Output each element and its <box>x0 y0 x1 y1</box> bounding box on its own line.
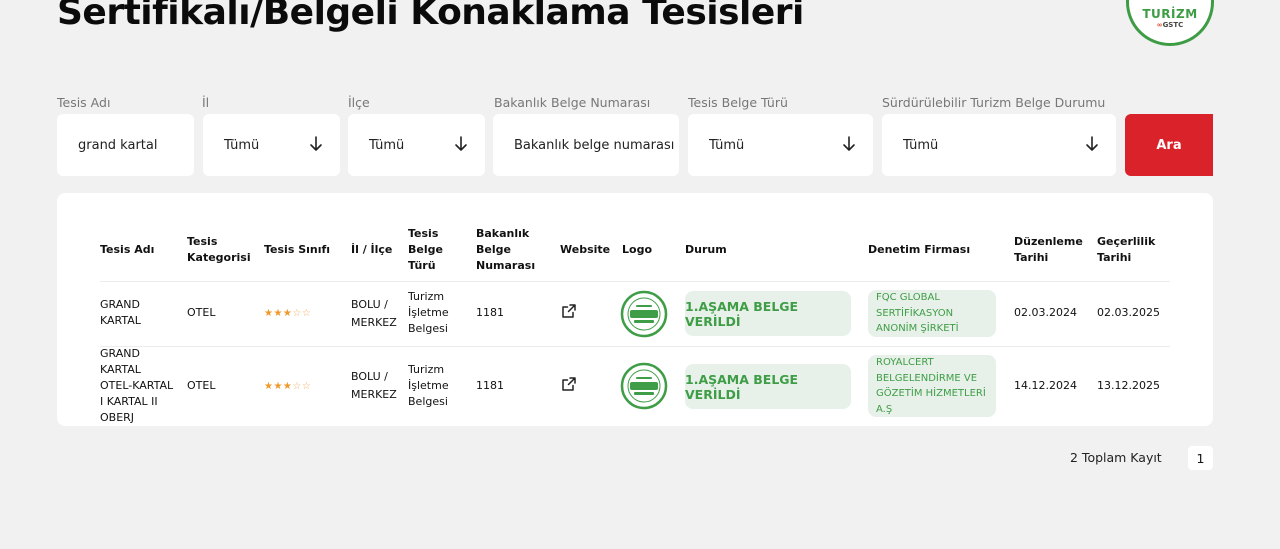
cell-location: BOLU / MERKEZ <box>351 370 397 401</box>
audit-firm-badge: ROYALCERT BELGELENDİRME VE GÖZETİM HİZME… <box>868 355 996 417</box>
facility-name-input[interactable]: grand kartal <box>57 114 194 176</box>
ministry-cert-no-label: Bakanlık Belge Numarası <box>494 95 651 110</box>
header-divider <box>100 281 1170 282</box>
search-button[interactable]: Ara <box>1125 114 1213 176</box>
star-rating: ★★★☆☆ <box>264 308 312 319</box>
audit-firm-badge: FQC GLOBAL SERTİFİKASYON ANONİM ŞİRKETİ <box>868 290 996 337</box>
header-logo: Logo <box>622 243 652 256</box>
total-records: 2 Toplam Kayıt <box>1070 450 1162 465</box>
cell-cert-type: Turizm İşletme Belgesi <box>408 290 449 335</box>
brand-gstc: ∞GSTC <box>1156 21 1184 29</box>
sustainable-status-label: Sürdürülebilir Turizm Belge Durumu <box>882 95 1106 110</box>
ministry-cert-no-input[interactable]: Bakanlık belge numarası <box>493 114 679 176</box>
arrow-down-icon <box>1086 136 1098 151</box>
header-category: Tesis Kategorisi <box>187 235 251 264</box>
arrow-down-icon <box>843 136 855 151</box>
certificate-logo-icon <box>620 362 668 410</box>
header-cert-type: Tesis Belge Türü <box>408 227 443 272</box>
cell-category: OTEL <box>187 379 216 392</box>
header-cert-no: Bakanlık Belge Numarası <box>476 227 536 272</box>
cell-category: OTEL <box>187 306 216 319</box>
province-select[interactable]: Tümü <box>203 114 340 176</box>
header-audit: Denetim Firması <box>868 243 971 256</box>
sustainable-status-select[interactable]: Tümü <box>882 114 1116 176</box>
arrow-down-icon <box>455 136 467 151</box>
cell-issue-date: 02.03.2024 <box>1014 306 1077 319</box>
sustainable-tourism-logo: TURİZM ∞GSTC <box>1126 0 1214 46</box>
header-website: Website <box>560 243 611 256</box>
page-number-button[interactable]: 1 <box>1188 446 1213 470</box>
header-name: Tesis Adı <box>100 243 155 256</box>
row-divider <box>100 346 1170 347</box>
province-label: İl <box>202 95 210 110</box>
cell-cert-no: 1181 <box>476 306 504 319</box>
header-class: Tesis Sınıfı <box>264 243 331 256</box>
facility-name-label: Tesis Adı <box>57 95 111 110</box>
external-link-icon[interactable] <box>561 376 577 392</box>
page-title: Sertifikalı/Belgeli Konaklama Tesisleri <box>57 0 804 33</box>
header-location: İl / İlçe <box>351 243 393 256</box>
district-select[interactable]: Tümü <box>348 114 485 176</box>
star-rating: ★★★☆☆ <box>264 381 312 392</box>
header-issue-date: Düzenleme Tarihi <box>1014 235 1083 264</box>
brand-word: TURİZM <box>1142 7 1198 21</box>
header-status: Durum <box>685 243 727 256</box>
cell-issue-date: 14.12.2024 <box>1014 379 1077 392</box>
cell-valid-date: 13.12.2025 <box>1097 379 1160 392</box>
district-label: İlçe <box>348 95 370 110</box>
cell-cert-no: 1181 <box>476 379 504 392</box>
status-badge: 1.AŞAMA BELGE VERİLDİ <box>685 364 851 409</box>
external-link-icon[interactable] <box>561 303 577 319</box>
cell-name: GRAND KARTAL OTEL-KARTAL I KARTAL II OBE… <box>100 347 174 424</box>
header-valid-date: Geçerlilik Tarihi <box>1097 235 1156 264</box>
arrow-down-icon <box>310 136 322 151</box>
cert-type-label: Tesis Belge Türü <box>688 95 788 110</box>
certificate-logo-icon <box>620 290 668 338</box>
results-table: Tesis Adı Tesis Kategorisi Tesis Sınıfı … <box>57 193 1213 426</box>
status-badge: 1.AŞAMA BELGE VERİLDİ <box>685 291 851 336</box>
cell-valid-date: 02.03.2025 <box>1097 306 1160 319</box>
cell-cert-type: Turizm İşletme Belgesi <box>408 363 449 408</box>
cell-name: GRAND KARTAL <box>100 298 141 327</box>
cell-location: BOLU / MERKEZ <box>351 298 397 329</box>
cert-type-select[interactable]: Tümü <box>688 114 873 176</box>
